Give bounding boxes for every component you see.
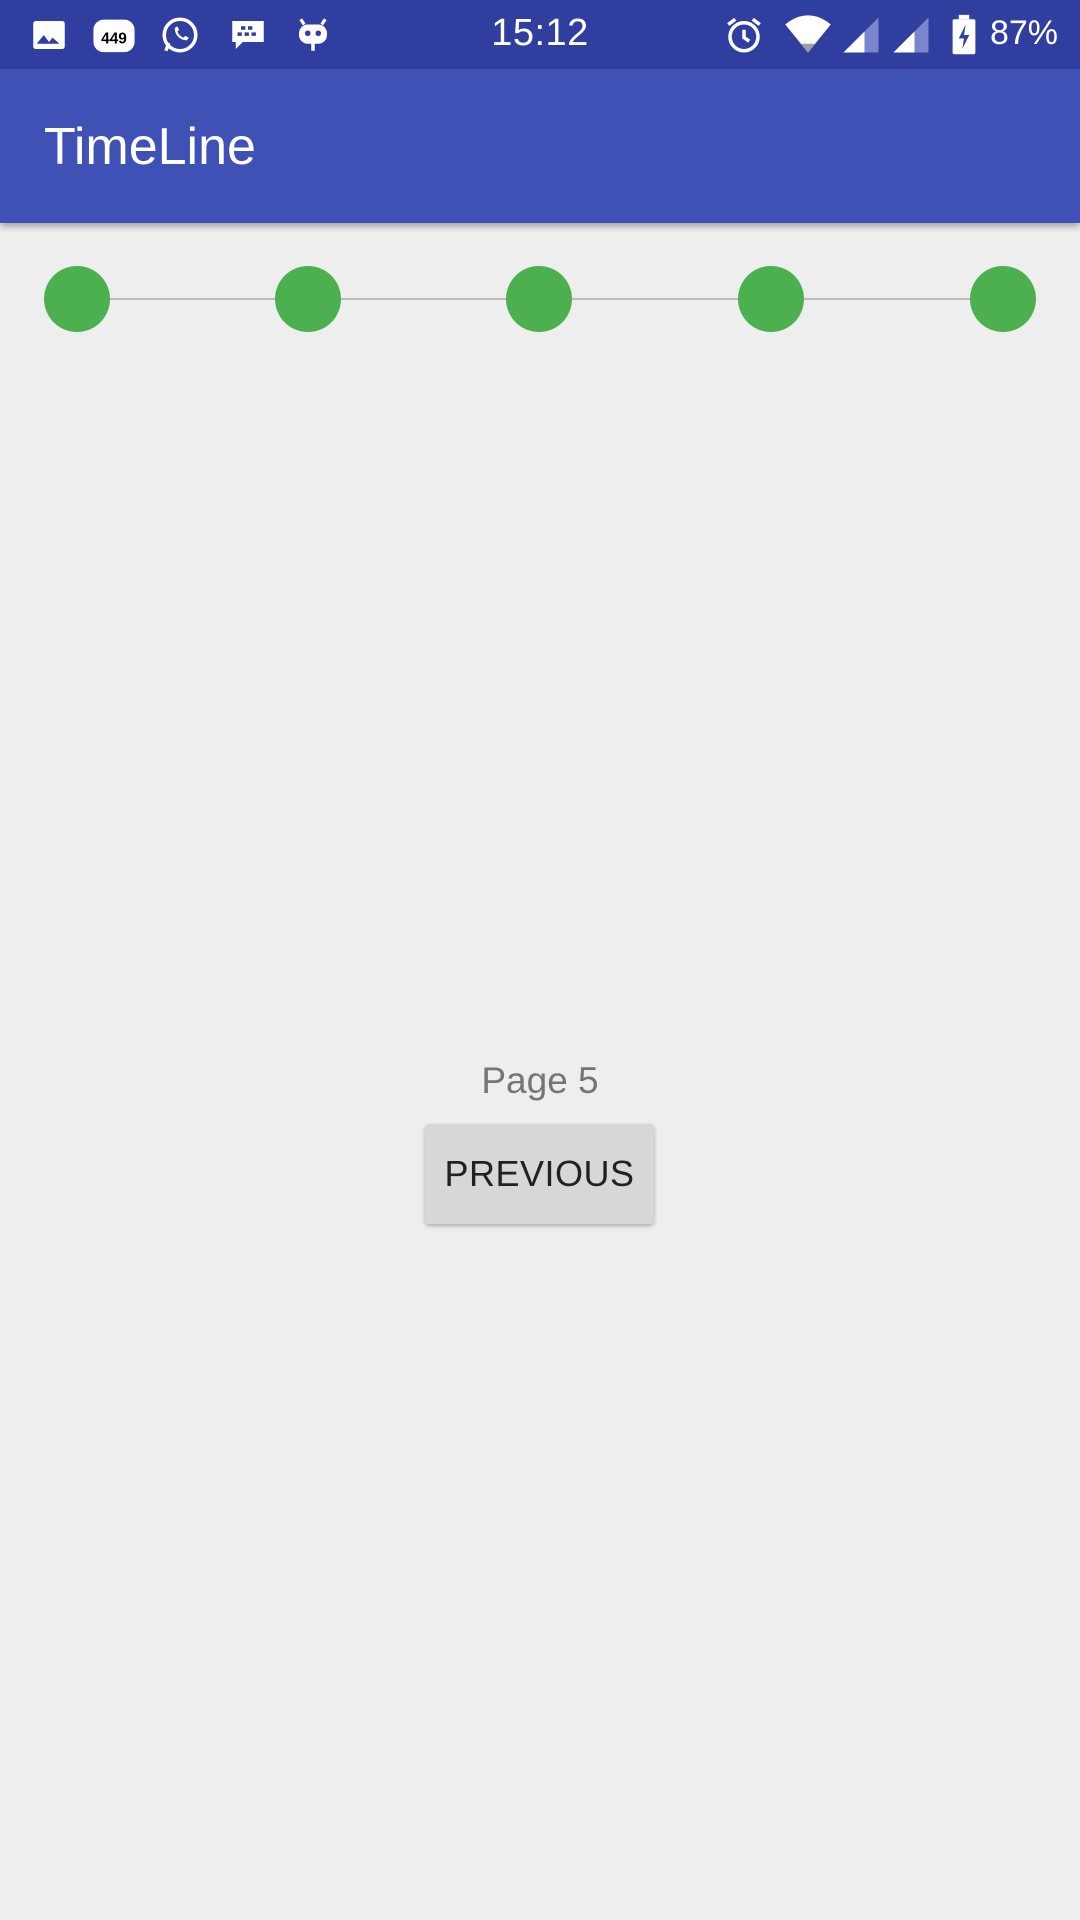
signal-icon: [840, 14, 882, 56]
image-icon: [28, 14, 70, 56]
wifi-icon: [780, 14, 836, 56]
app-title: TimeLine: [44, 118, 256, 176]
alarm-icon: [723, 14, 765, 56]
timeline: [44, 266, 1036, 332]
badge-count: 449: [101, 31, 127, 48]
timeline-step-3[interactable]: [506, 266, 572, 332]
timeline-step-5[interactable]: [970, 266, 1036, 332]
app-bar: TimeLine: [0, 69, 1080, 223]
battery-percent: 87%: [989, 14, 1058, 52]
previous-button[interactable]: PREVIOUS: [425, 1124, 654, 1224]
badge-449-icon: 449: [90, 14, 138, 56]
cyanogen-icon: [292, 14, 334, 56]
page-label: Page 5: [481, 1060, 599, 1101]
timeline-step-2[interactable]: [275, 266, 341, 332]
timeline-step-4[interactable]: [738, 266, 804, 332]
status-bar: 449 15:12 87%: [0, 0, 1080, 69]
battery-charging-icon: [948, 14, 980, 56]
timeline-step-1[interactable]: [44, 266, 110, 332]
signal-icon: [890, 14, 932, 56]
screen: 449 15:12 87% TimeLine Page 5 PREVIOUS: [0, 0, 1080, 1920]
whatsapp-icon: [159, 14, 201, 56]
bbm-icon: [227, 14, 269, 56]
